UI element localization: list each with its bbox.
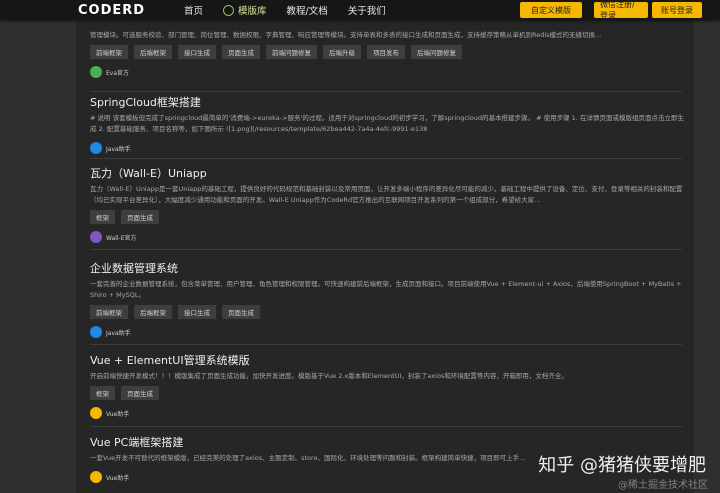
tag[interactable]: 页面生成 xyxy=(222,305,260,319)
tag[interactable]: 页面生成 xyxy=(222,45,260,59)
account-login-button[interactable]: 账号登录 xyxy=(652,2,702,18)
tag-list: 前端框架 后端框架 接口生成 页面生成 前端问题修复 后端升级 项目发布 后端问… xyxy=(90,45,682,59)
author-name: Java助手 xyxy=(106,329,131,337)
tag[interactable]: 接口生成 xyxy=(178,305,216,319)
template-desc: 瓦力（Wall-E）Uniapp是一套Uniapp的基础工程，提供良好的代码规范… xyxy=(90,185,683,204)
nav-home[interactable]: 首页 xyxy=(174,0,213,20)
watermark-secondary: @稀土掘金技术社区 xyxy=(618,480,708,491)
template-desc: # 说明 该套模板但完成了springcloud最简单的'消费端->eureka… xyxy=(90,114,684,133)
template-card[interactable]: 企业数据管理系统 一套完善的企业数据管理系统，包含菜单管理、用户管理、角色管理和… xyxy=(90,262,682,345)
template-icon xyxy=(223,4,235,16)
wechat-login-button[interactable]: 微信注册/登录 xyxy=(594,0,648,20)
template-card[interactable]: SpringCloud框架搭建 # 说明 该套模板但完成了springcloud… xyxy=(90,96,684,159)
author-name: Vue助手 xyxy=(106,474,130,482)
template-card[interactable]: Vue + ElementUI管理系统模版 开启前端快捷开发模式！！！模版集成了… xyxy=(90,354,682,427)
top-nav-bar: CODERD 首页 模版库 教程/文档 关于我们 自定义模版 微信注册/登录 账… xyxy=(0,0,720,20)
author[interactable]: Wall-E官方 xyxy=(90,230,682,244)
template-card[interactable]: 管理模块。可选服务校验、部门管理、岗位管理、数据权限、字典管理、响应管理等模块。… xyxy=(90,27,682,92)
nav-template-library[interactable]: 模版库 xyxy=(213,0,277,20)
logo[interactable]: CODERD xyxy=(78,3,174,18)
author[interactable]: Java助手 xyxy=(90,141,682,155)
tag[interactable]: 后端框架 xyxy=(134,45,172,59)
nav-about[interactable]: 关于我们 xyxy=(338,0,396,20)
author-name: Vue助手 xyxy=(106,410,130,418)
tag[interactable]: 项目发布 xyxy=(367,45,405,59)
author[interactable]: Eva官方 xyxy=(90,65,682,79)
avatar xyxy=(90,142,102,154)
tag[interactable]: 框架 xyxy=(90,386,115,400)
tag[interactable]: 后端升级 xyxy=(323,45,361,59)
tag[interactable]: 后端问题修复 xyxy=(411,45,462,59)
template-desc: 管理模块。可选服务校验、部门管理、岗位管理、数据权限、字典管理、响应管理等模块。… xyxy=(90,31,602,39)
avatar xyxy=(90,326,102,338)
tag[interactable]: 框架 xyxy=(90,210,115,224)
author[interactable]: Vue助手 xyxy=(90,406,682,420)
tag[interactable]: 前端框架 xyxy=(90,305,128,319)
avatar xyxy=(90,407,102,419)
avatar xyxy=(90,231,102,243)
author-name: Eva官方 xyxy=(106,69,130,77)
custom-template-button[interactable]: 自定义模版 xyxy=(520,2,582,18)
tag[interactable]: 接口生成 xyxy=(178,45,216,59)
avatar xyxy=(90,66,102,78)
tag[interactable]: 前端框架 xyxy=(90,45,128,59)
author-name: Wall-E官方 xyxy=(106,234,137,242)
tag-list: 框架 页面生成 xyxy=(90,386,682,400)
tag[interactable]: 页面生成 xyxy=(121,210,159,224)
template-card[interactable]: 瓦力（Wall-E）Uniapp 瓦力（Wall-E）Uniapp是一套Unia… xyxy=(90,167,682,250)
nav-docs[interactable]: 教程/文档 xyxy=(277,0,338,20)
template-title[interactable]: Vue + ElementUI管理系统模版 xyxy=(90,354,682,368)
template-title[interactable]: Vue PC端框架搭建 xyxy=(90,436,682,450)
template-list-panel: 管理模块。可选服务校验、部门管理、岗位管理、数据权限、字典管理、响应管理等模块。… xyxy=(76,0,694,493)
template-desc: 一套完善的企业数据管理系统，包含菜单管理、用户管理、角色管理和权限管理。可快速构… xyxy=(90,280,682,299)
template-title[interactable]: SpringCloud框架搭建 xyxy=(90,96,682,110)
tag[interactable]: 后端框架 xyxy=(134,305,172,319)
tag-list: 前端框架 后端框架 接口生成 页面生成 xyxy=(90,305,682,319)
template-desc: 开启前端快捷开发模式！！！模版集成了页面生成功能，加快开发进度。模版基于Vue … xyxy=(90,372,568,380)
author-name: Java助手 xyxy=(106,145,131,153)
nav-template-library-label: 模版库 xyxy=(238,6,267,17)
author[interactable]: Java助手 xyxy=(90,325,682,339)
avatar xyxy=(90,471,102,483)
tag[interactable]: 前端问题修复 xyxy=(266,45,317,59)
watermark: 知乎 @猪猪侠要增肥 xyxy=(538,455,706,476)
template-title[interactable]: 企业数据管理系统 xyxy=(90,262,682,276)
tag-list: 框架 页面生成 xyxy=(90,210,682,224)
tag[interactable]: 页面生成 xyxy=(121,386,159,400)
template-title[interactable]: 瓦力（Wall-E）Uniapp xyxy=(90,167,682,181)
